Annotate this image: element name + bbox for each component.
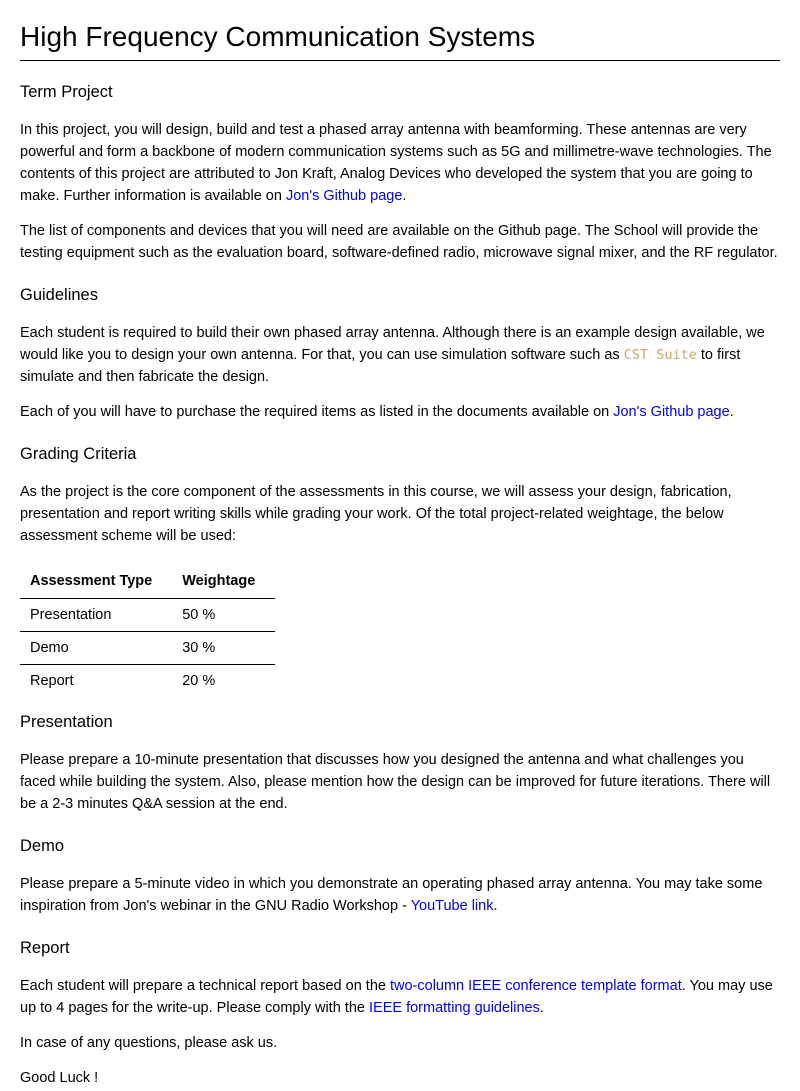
- ieee-guidelines-link[interactable]: IEEE formatting guidelines: [369, 1000, 540, 1016]
- paragraph-text: Each student will prepare a technical re…: [20, 978, 390, 994]
- components-paragraph: The list of components and devices that …: [20, 223, 778, 261]
- column-header: Weightage: [172, 565, 276, 599]
- purchase-paragraph: Each of you will have to purchase the re…: [20, 401, 780, 423]
- good-luck-paragraph: Good Luck !: [20, 1070, 99, 1086]
- table-cell: Report: [30, 673, 74, 689]
- presentation-paragraph: Please prepare a 10-minute presentation …: [20, 752, 771, 812]
- table-row: Presentation 50 %: [20, 598, 276, 632]
- term-project-paragraph: In this project, you will design, build …: [20, 119, 780, 207]
- page-title: High Frequency Communication Systems: [20, 0, 780, 61]
- page: High Frequency Communication Systems Ter…: [0, 0, 800, 1089]
- table-cell: 50 %: [172, 598, 276, 632]
- paragraph-text: .: [402, 188, 407, 204]
- grading-paragraph: As the project is the core component of …: [20, 484, 732, 544]
- cst-suite-code: CST Suite: [623, 347, 697, 363]
- paragraph-text: .: [729, 404, 734, 420]
- section-heading-demo: Demo: [20, 837, 65, 855]
- column-header: Assessment Type: [20, 565, 173, 599]
- section-heading-guidelines: Guidelines: [20, 286, 98, 304]
- table-row: Report 20 %: [20, 665, 275, 698]
- demo-paragraph: Please prepare a 5-minute video in which…: [20, 873, 780, 917]
- table-cell: 30 %: [172, 631, 276, 665]
- ieee-template-link[interactable]: two-column IEEE conference template form…: [390, 978, 682, 994]
- questions-paragraph: In case of any questions, please ask us.: [20, 1035, 278, 1051]
- section-heading-term-project: Term Project: [20, 83, 113, 101]
- paragraph-text: Please prepare a 5-minute video in which…: [20, 876, 763, 914]
- jons-github-link-2[interactable]: Jon's Github page: [613, 404, 729, 420]
- youtube-link[interactable]: YouTube link: [411, 898, 494, 914]
- assessment-table: Assessment Type Weightage Presentation 50…: [20, 565, 276, 698]
- table-cell: 20 %: [182, 673, 216, 689]
- section-heading-presentation: Presentation: [20, 713, 113, 731]
- table-row: Demo 30 %: [20, 631, 276, 665]
- table-cell: Presentation: [20, 598, 173, 632]
- report-paragraph: Each student will prepare a technical re…: [20, 975, 780, 1019]
- guidelines-paragraph: Each student is required to build their …: [20, 322, 780, 388]
- paragraph-text: Each of you will have to purchase the re…: [20, 404, 614, 420]
- paragraph-text: .: [493, 898, 498, 914]
- jons-github-link[interactable]: Jon's Github page: [286, 188, 402, 204]
- table-cell: Demo: [20, 631, 173, 665]
- section-heading-report: Report: [20, 939, 70, 957]
- section-heading-grading: Grading Criteria: [20, 445, 137, 463]
- paragraph-text: .: [539, 1000, 544, 1016]
